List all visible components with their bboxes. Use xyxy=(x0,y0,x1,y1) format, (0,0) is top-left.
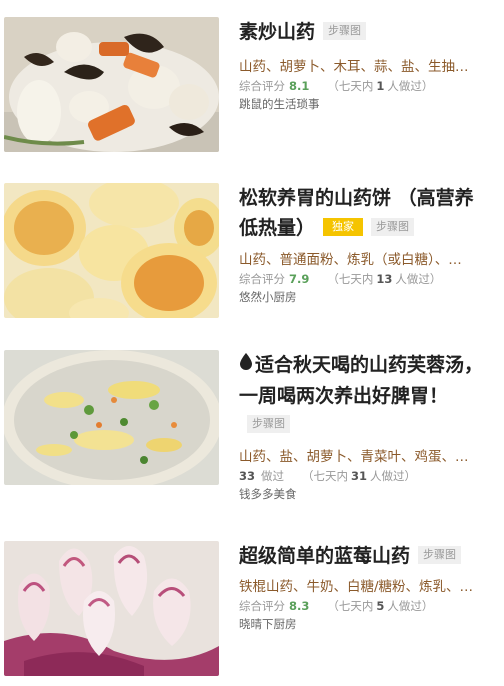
week-prefix: （七天内 xyxy=(302,468,349,483)
week-count: 13 xyxy=(376,272,393,286)
ingredients-list: 山药、普通面粉、炼乳（或白糖）、… xyxy=(239,252,462,268)
week-prefix: （七天内 xyxy=(327,272,374,286)
ingredients-list: 山药、盐、胡萝卜、青菜叶、鸡蛋、… xyxy=(239,448,469,465)
recipe-photo-yam-soup[interactable] xyxy=(4,350,219,485)
exclusive-tag: 独家 xyxy=(323,217,364,236)
recipe-title-text[interactable]: 超级简单的蓝莓山药 xyxy=(239,545,410,567)
recipe-stats: 综合评分 7.9 （七天内 13 人做过） xyxy=(239,270,489,288)
recipe-title-text[interactable]: 素炒山药 xyxy=(239,21,315,43)
week-prefix: （七天内 xyxy=(327,79,374,93)
step-photo-tag: 步骤图 xyxy=(371,217,415,236)
score-value: 8.3 xyxy=(289,599,310,613)
week-suffix: 人做过） xyxy=(387,599,434,613)
recipe-stats: 33 做过 （七天内 31 人做过） xyxy=(239,467,489,485)
week-count: 31 xyxy=(351,468,368,483)
recipe-stats: 综合评分 8.3 （七天内 5 人做过） xyxy=(239,597,489,615)
week-suffix: 人做过） xyxy=(395,272,442,286)
score-value: 7.9 xyxy=(289,272,310,286)
recipe-photo-yam-pancake[interactable] xyxy=(4,183,219,318)
week-count: 1 xyxy=(376,79,385,93)
ingredients-list: 铁棍山药、牛奶、白糖/糖粉、炼乳、… xyxy=(239,579,474,595)
step-photo-tag: 步骤图 xyxy=(247,415,290,433)
recipe-title[interactable]: 松软养胃的山药饼 （高营养低热量） 独家 步骤图 xyxy=(239,183,489,243)
cooked-label: 做过 xyxy=(261,468,285,483)
cooked-count: 33 xyxy=(239,468,256,483)
step-photo-tag: 步骤图 xyxy=(418,545,462,564)
recipe-title[interactable]: 适合秋天喝的山药芙蓉汤，一周喝两次养出好脾胃！ 步骤图 xyxy=(239,350,489,441)
recipe-title[interactable]: 超级简单的蓝莓山药 步骤图 xyxy=(239,541,489,571)
score-value: 8.1 xyxy=(289,79,310,93)
step-photo-tag: 步骤图 xyxy=(323,21,367,40)
week-prefix: （七天内 xyxy=(327,599,374,613)
recipe-photo-blueberry-yam[interactable] xyxy=(4,541,219,676)
score-label: 综合评分 xyxy=(239,79,285,93)
week-suffix: 人做过） xyxy=(387,79,434,93)
recipe-title[interactable]: 素炒山药 步骤图 xyxy=(239,17,489,47)
ingredients-list: 山药、胡萝卜、木耳、蒜、盐、生抽… xyxy=(239,59,469,75)
week-suffix: 人做过） xyxy=(370,468,417,483)
recipe-stats: 综合评分 8.1 （七天内 1 人做过） xyxy=(239,77,489,95)
author-name[interactable]: 悠然小厨房 xyxy=(239,288,489,306)
author-name[interactable]: 钱多多美食 xyxy=(239,485,489,503)
score-label: 综合评分 xyxy=(239,272,285,286)
week-count: 5 xyxy=(376,599,385,613)
water-drop-icon xyxy=(239,349,253,379)
author-name[interactable]: 跳鼠的生活琐事 xyxy=(239,95,489,113)
recipe-photo-stir-fried-yam[interactable] xyxy=(4,17,219,152)
score-label: 综合评分 xyxy=(239,599,285,613)
recipe-title-text[interactable]: 适合秋天喝的山药芙蓉汤，一周喝两次养出好脾胃！ xyxy=(239,354,483,407)
author-name[interactable]: 晓晴下厨房 xyxy=(239,615,489,633)
